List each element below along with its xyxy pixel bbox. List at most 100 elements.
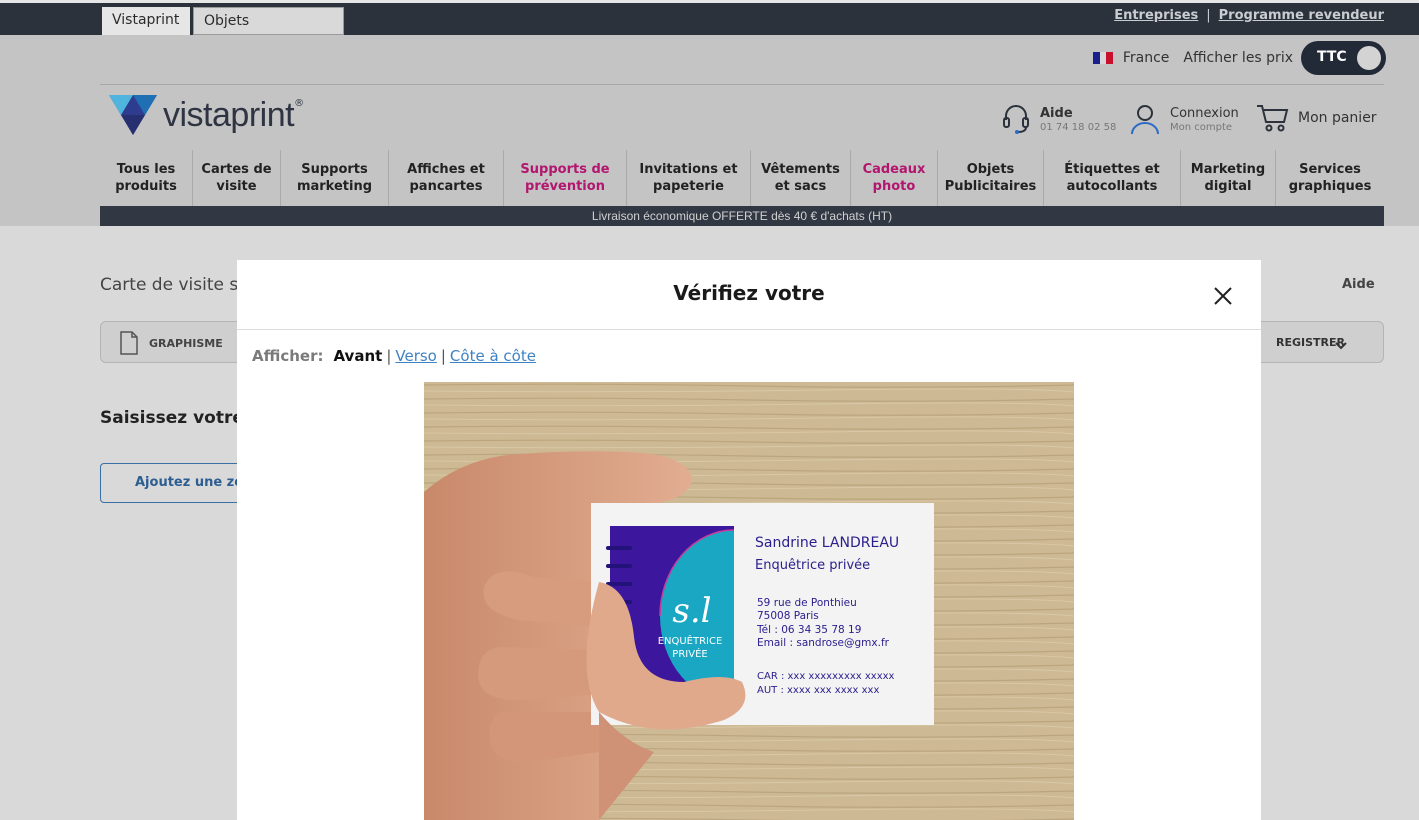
card-email: Email : sandrose@gmx.fr [757, 637, 890, 649]
cart-icon [1257, 105, 1289, 132]
modal-header: Vérifiez votre [237, 260, 1261, 330]
headset-icon [1003, 105, 1029, 134]
nav-label-line2: digital [1204, 179, 1252, 194]
view-label: Afficher: [252, 347, 324, 365]
nav-vetements-et-sacs[interactable]: Vêtements et sacs [751, 150, 851, 206]
page-title: Carte de visite s [100, 275, 239, 295]
nav-label-line1: Objets [966, 162, 1015, 177]
login-title: Connexion [1170, 105, 1239, 121]
nav-label-line1: Invitations et [639, 162, 738, 177]
nav-label-line1: Cadeaux [862, 162, 926, 177]
nav-label-line2: autocollants [1066, 179, 1158, 194]
top-links-separator: | [1206, 8, 1211, 23]
france-flag-icon [1092, 52, 1113, 64]
top-bar: Vistaprint Objets Publicitaires Entrepri… [0, 0, 1419, 55]
nav-label-line1: Supports de [520, 162, 610, 177]
ttc-label: TTC [1317, 49, 1347, 65]
nav-label-line2: papeterie [653, 179, 724, 194]
chevron-down-icon [1335, 342, 1347, 350]
cart-block[interactable]: Mon panier [1256, 103, 1377, 133]
card-name: Sandrine LANDREAU [755, 535, 899, 551]
nav-cadeaux-photo[interactable]: Cadeaux photo [851, 150, 938, 206]
card-address1: 59 rue de Ponthieu [757, 597, 857, 609]
modal-title: Vérifiez votre [673, 281, 825, 305]
logo-wordmark: vistaprint [163, 95, 295, 134]
card-badge-line2: PRIVÉE [672, 647, 707, 660]
nav-supports-marketing[interactable]: Supports marketing [281, 150, 389, 206]
help-title: Aide [1040, 105, 1073, 121]
nav-label-line2: photo [872, 179, 916, 194]
nav-label-line2: Publicitaires [944, 179, 1037, 194]
header-divider [100, 84, 1384, 85]
main-nav: Tous les produits Cartes de visite Support… [100, 150, 1384, 206]
login-block[interactable]: Connexion Mon compte [1130, 103, 1239, 135]
top-links: Entreprises | Programme revendeur [1114, 8, 1384, 23]
user-icon [1131, 105, 1159, 135]
section-heading: Saisissez votre t [100, 408, 258, 428]
toggle-knob [1357, 46, 1381, 70]
help-phone: 01 74 18 02 58 [1040, 121, 1117, 133]
graphisme-label: GRAPHISME [149, 336, 223, 350]
nav-label-line1: Services [1299, 162, 1361, 177]
nav-marketing-digital[interactable]: Marketing digital [1181, 150, 1276, 206]
link-programme-revendeur[interactable]: Programme revendeur [1219, 8, 1384, 23]
nav-label-line2: et sacs [774, 179, 827, 194]
view-side-by-side-link[interactable]: Côte à côte [450, 347, 536, 365]
nav-label-line1: Cartes de [201, 162, 272, 177]
nav-affiches-et-pancartes[interactable]: Affiches et pancartes [389, 150, 504, 206]
card-monogram: s.l [672, 591, 711, 631]
nav-label-line1: Étiquettes et [1064, 162, 1160, 177]
login-subtitle: Mon compte [1170, 121, 1233, 133]
card-in-hand-illustration: s.l ENQUÊTRICE PRIVÉE Sandrine LANDREAU … [424, 382, 1074, 820]
nav-label-line1: Tous les [116, 162, 176, 177]
nav-invitations-et-papeterie[interactable]: Invitations et papeterie [627, 150, 751, 206]
card-address2: 75008 Paris [757, 610, 819, 622]
cart-label: Mon panier [1298, 110, 1377, 126]
nav-label-line1: Supports [301, 162, 368, 177]
nav-label-line2: visite [216, 179, 257, 194]
vistaprint-logo-icon [109, 95, 157, 135]
link-entreprises[interactable]: Entreprises [1114, 8, 1198, 23]
nav-label-line1: Marketing [1190, 162, 1266, 177]
preview-modal: Vérifiez votre Afficher: Avant | Verso |… [237, 260, 1261, 820]
site-header: France Afficher les prix TTC vistaprint ®… [0, 35, 1419, 226]
page-help-link[interactable]: Aide [1342, 277, 1375, 292]
nav-label-line2: prévention [525, 179, 605, 194]
card-car: CAR : xxx xxxxxxxxx xxxxx [757, 671, 895, 682]
nav-supports-de-prevention[interactable]: Supports de prévention [504, 150, 627, 206]
nav-label-line2: graphiques [1288, 179, 1372, 194]
card-role: Enquêtrice privée [755, 558, 870, 573]
nav-label-line2: produits [115, 179, 177, 194]
nav-label-line1: Vêtements [761, 162, 840, 177]
nav-cartes-de-visite[interactable]: Cartes de visite [193, 150, 281, 206]
nav-objets-publicitaires[interactable]: Objets Publicitaires [938, 150, 1044, 206]
ttc-toggle[interactable]: TTC [1301, 41, 1386, 75]
document-icon [120, 331, 138, 355]
help-block[interactable]: Aide 01 74 18 02 58 [1002, 103, 1116, 135]
graphisme-tab[interactable]: GRAPHISME [119, 331, 223, 355]
logo-trademark: ® [294, 97, 305, 109]
vistaprint-logo[interactable]: vistaprint ® [109, 93, 304, 137]
view-switcher: Afficher: Avant | Verso | Côte à côte [252, 347, 536, 365]
promo-banner[interactable]: Livraison économique OFFERTE dès 40 € d'… [100, 206, 1384, 226]
view-separator: | [386, 347, 392, 365]
tab-vistaprint[interactable]: Vistaprint [102, 7, 190, 35]
nav-services-graphiques[interactable]: Services graphiques [1276, 150, 1384, 206]
nav-label-line1: Affiches et [407, 162, 485, 177]
close-icon[interactable] [1211, 284, 1235, 308]
view-back-link[interactable]: Verso [395, 347, 436, 365]
nav-label-line2: marketing [296, 179, 373, 194]
prices-label: Afficher les prix [1183, 50, 1293, 66]
card-badge-line1: ENQUÊTRICE [658, 634, 723, 647]
card-tel: Tél : 06 34 35 78 19 [756, 624, 861, 636]
card-preview-image: s.l ENQUÊTRICE PRIVÉE Sandrine LANDREAU … [424, 382, 1074, 820]
nav-label-line2: pancartes [409, 179, 483, 194]
view-separator: | [440, 347, 446, 365]
tab-objets-publicitaires[interactable]: Objets Publicitaires [193, 7, 344, 55]
nav-etiquettes-et-autocollants[interactable]: Étiquettes et autocollants [1044, 150, 1181, 206]
card-aut: AUT : xxxx xxx xxxx xxx [757, 685, 879, 696]
nav-tous-les-produits[interactable]: Tous les produits [100, 150, 193, 206]
view-front[interactable]: Avant [333, 347, 382, 365]
country-price-row: France Afficher les prix TTC [1092, 41, 1386, 75]
country-selector[interactable]: France [1123, 50, 1170, 66]
